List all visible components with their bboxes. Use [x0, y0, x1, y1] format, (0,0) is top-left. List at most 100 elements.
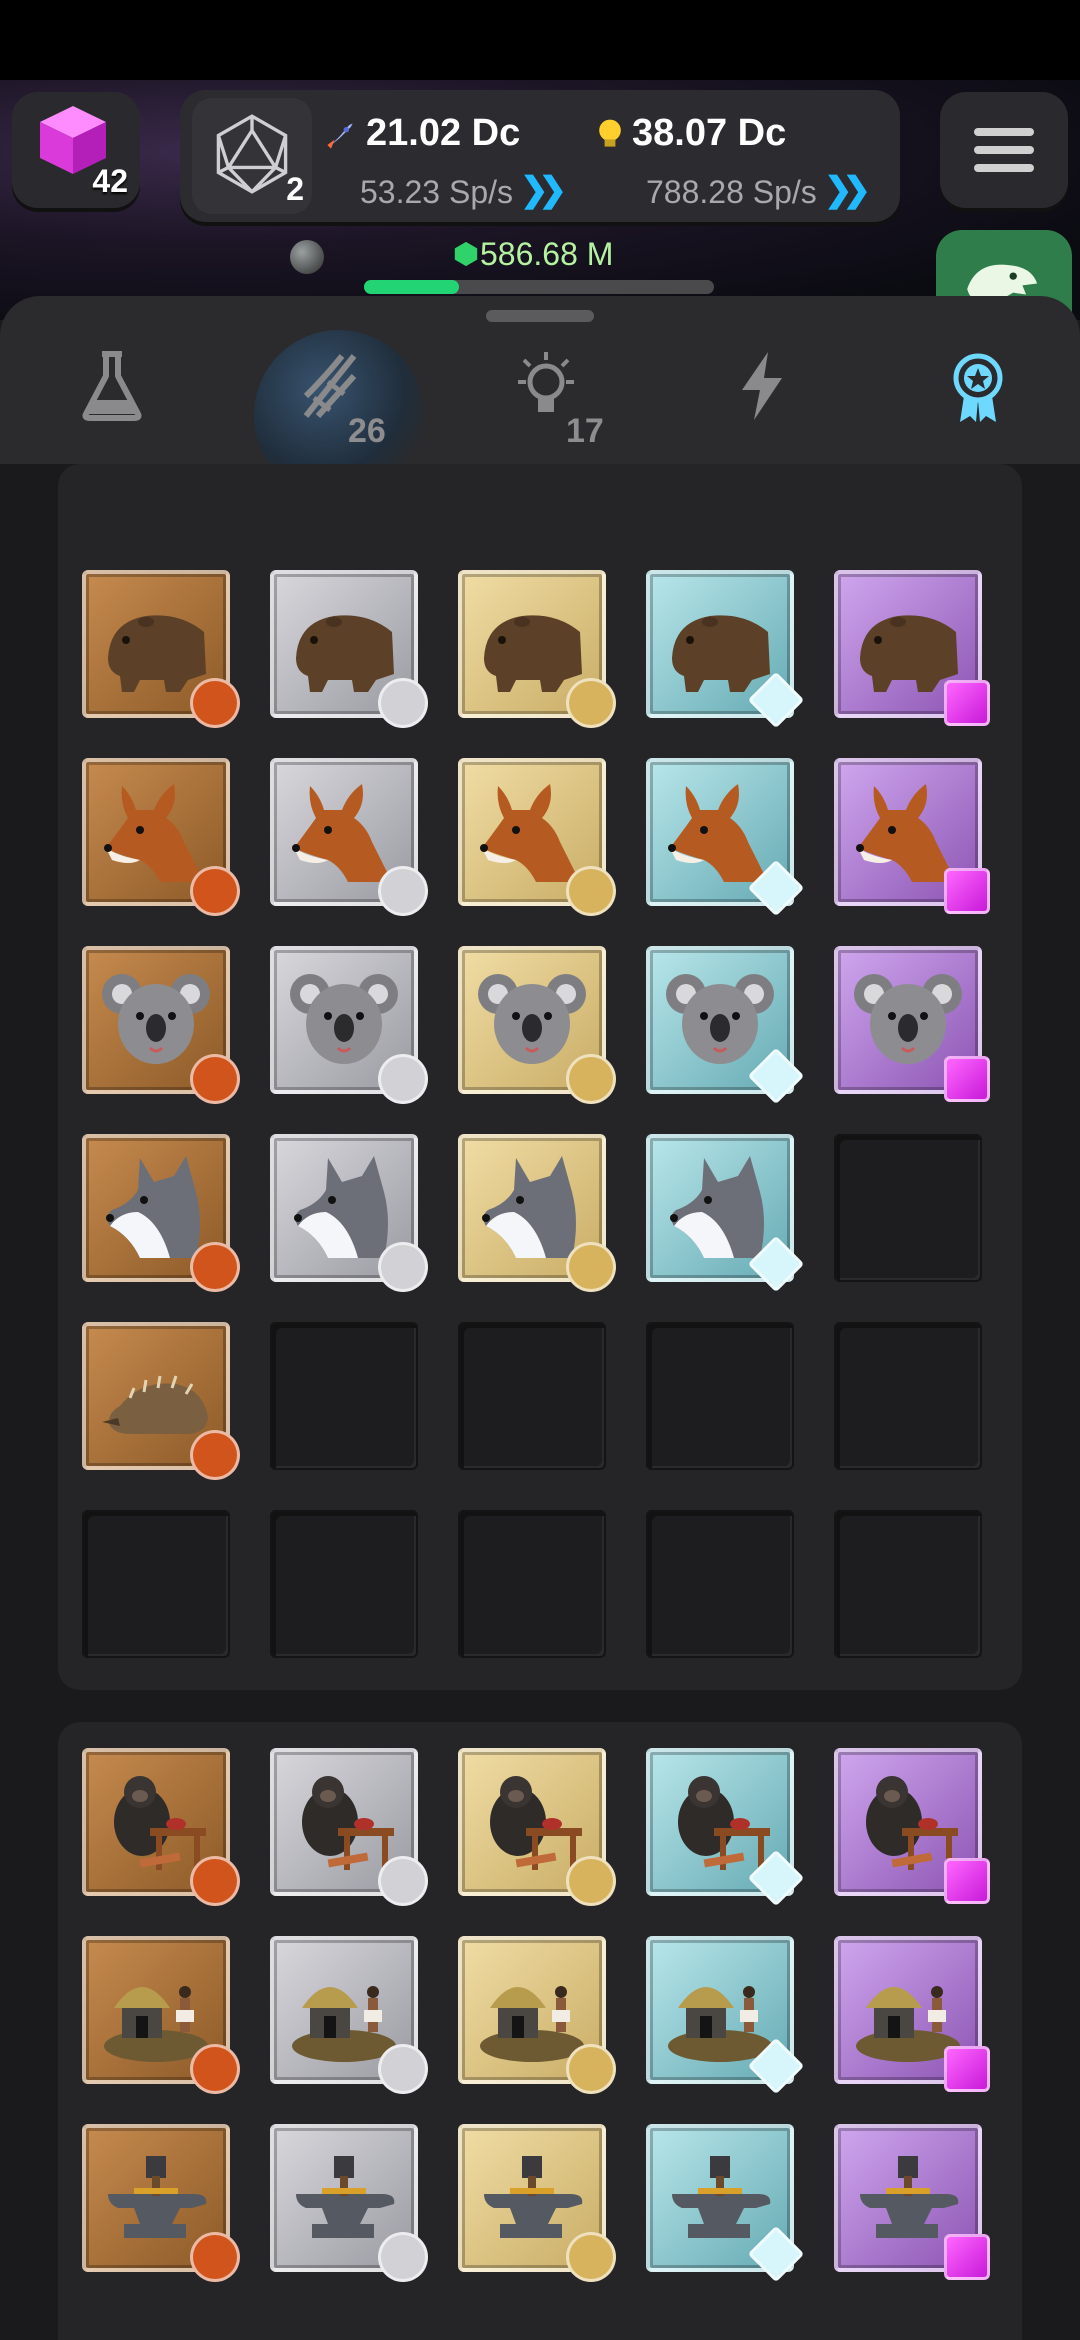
menu-button[interactable]: [940, 92, 1068, 208]
boost-chevron-icon[interactable]: ❯❯: [520, 170, 567, 210]
animal-card-capybara-diamond[interactable]: [646, 570, 805, 729]
deer-icon: [100, 776, 212, 888]
animal-card-wolf-gold[interactable]: [458, 1134, 616, 1292]
silver-medal-icon: [378, 866, 428, 916]
civ-card-hut-bronze[interactable]: [82, 1936, 240, 2094]
animal-empty-slot[interactable]: [834, 1510, 982, 1658]
animal-empty-slot[interactable]: [646, 1510, 794, 1658]
tab-achievements[interactable]: [898, 336, 1058, 456]
animal-card-koala-gold[interactable]: [458, 946, 616, 1104]
purple-medal-icon: [944, 680, 990, 726]
capybara-icon: [476, 588, 588, 700]
hut-icon: [288, 1954, 400, 2066]
award-icon: [953, 353, 1003, 422]
koala-icon: [288, 964, 400, 1076]
koala-icon: [100, 964, 212, 1076]
idea-points-rate: 788.28 Sp/s: [646, 174, 817, 210]
silver-medal-icon: [378, 1242, 428, 1292]
d20-button[interactable]: 2: [192, 98, 312, 214]
animal-card-wolf-diamond[interactable]: [646, 1134, 805, 1293]
animal-empty-slot[interactable]: [270, 1510, 418, 1658]
animal-card-deer-diamond[interactable]: [646, 758, 805, 917]
tab-energy[interactable]: [682, 336, 842, 456]
animal-card-deer-purple[interactable]: [834, 758, 990, 914]
purple-medal-icon: [944, 2234, 990, 2280]
hut-icon: [664, 1954, 776, 2066]
bronze-medal-icon: [190, 1054, 240, 1104]
animal-card-capybara-bronze[interactable]: [82, 570, 240, 728]
animal-empty-slot[interactable]: [834, 1134, 982, 1282]
civ-card-anvil-gold[interactable]: [458, 2124, 616, 2282]
capybara-icon: [100, 588, 212, 700]
animal-empty-slot[interactable]: [458, 1322, 606, 1470]
civ-card-chimp-tools-diamond[interactable]: [646, 1748, 805, 1907]
gold-medal-icon: [566, 1242, 616, 1292]
silver-medal-icon: [378, 2232, 428, 2282]
animal-card-wolf-silver[interactable]: [270, 1134, 428, 1292]
d20-count: 2: [286, 171, 304, 207]
tab-research[interactable]: [32, 336, 192, 456]
boost-chevron-icon[interactable]: ❯❯: [824, 170, 871, 210]
bronze-medal-icon: [190, 1242, 240, 1292]
gem-button[interactable]: 42: [12, 92, 140, 208]
tab-dna[interactable]: 26: [250, 336, 410, 456]
civ-card-chimp-tools-bronze[interactable]: [82, 1748, 240, 1906]
d20-icon: [216, 114, 288, 194]
drawer-handle[interactable]: [486, 310, 594, 322]
bronze-medal-icon: [190, 2044, 240, 2094]
animals-collection-panel: [58, 464, 1022, 1690]
gold-medal-icon: [566, 1856, 616, 1906]
animal-card-wolf-bronze[interactable]: [82, 1134, 240, 1292]
civ-card-anvil-purple[interactable]: [834, 2124, 990, 2280]
animal-card-deer-bronze[interactable]: [82, 758, 240, 916]
animal-empty-slot[interactable]: [834, 1322, 982, 1470]
animal-card-koala-bronze[interactable]: [82, 946, 240, 1104]
echidna-icon: [100, 1340, 212, 1452]
animal-card-capybara-purple[interactable]: [834, 570, 990, 726]
capybara-icon: [288, 588, 400, 700]
progress-bar: [364, 280, 714, 294]
animal-card-echidna-bronze[interactable]: [82, 1322, 240, 1480]
civ-card-anvil-bronze[interactable]: [82, 2124, 240, 2282]
hut-icon: [476, 1954, 588, 2066]
purple-medal-icon: [944, 1858, 990, 1904]
bronze-medal-icon: [190, 1430, 240, 1480]
animal-card-koala-diamond[interactable]: [646, 946, 805, 1105]
animal-empty-slot[interactable]: [458, 1510, 606, 1658]
purple-medal-icon: [944, 2046, 990, 2092]
purple-medal-icon: [944, 1056, 990, 1102]
silver-medal-icon: [378, 1856, 428, 1906]
civ-card-anvil-diamond[interactable]: [646, 2124, 805, 2283]
animal-card-capybara-silver[interactable]: [270, 570, 428, 728]
anvil-icon: [664, 2142, 776, 2254]
gold-medal-icon: [566, 866, 616, 916]
gold-medal-icon: [566, 678, 616, 728]
civ-card-chimp-tools-purple[interactable]: [834, 1748, 990, 1904]
animal-empty-slot[interactable]: [646, 1322, 794, 1470]
tab-dna-badge: 26: [348, 412, 386, 450]
tab-ideas[interactable]: 17: [466, 336, 626, 456]
animal-empty-slot[interactable]: [82, 1510, 230, 1658]
civ-card-hut-gold[interactable]: [458, 1936, 616, 2094]
bronze-medal-icon: [190, 2232, 240, 2282]
civ-card-chimp-tools-silver[interactable]: [270, 1748, 428, 1906]
wolf-icon: [100, 1152, 212, 1264]
civ-card-hut-purple[interactable]: [834, 1936, 990, 2092]
animal-empty-slot[interactable]: [270, 1322, 418, 1470]
civ-card-chimp-tools-gold[interactable]: [458, 1748, 616, 1906]
civ-card-hut-diamond[interactable]: [646, 1936, 805, 2095]
animal-card-capybara-gold[interactable]: [458, 570, 616, 728]
chimp-tools-icon: [476, 1766, 588, 1878]
civilization-collection-panel: [58, 1722, 1022, 2340]
deer-icon: [664, 776, 776, 888]
civ-card-anvil-silver[interactable]: [270, 2124, 428, 2282]
animal-card-deer-silver[interactable]: [270, 758, 428, 916]
animal-card-koala-silver[interactable]: [270, 946, 428, 1104]
menu-icon: [974, 128, 1034, 136]
animal-card-koala-purple[interactable]: [834, 946, 990, 1102]
deer-icon: [476, 776, 588, 888]
gem-count: 42: [92, 163, 128, 199]
civ-card-hut-silver[interactable]: [270, 1936, 428, 2094]
gold-medal-icon: [566, 2044, 616, 2094]
animal-card-deer-gold[interactable]: [458, 758, 616, 916]
